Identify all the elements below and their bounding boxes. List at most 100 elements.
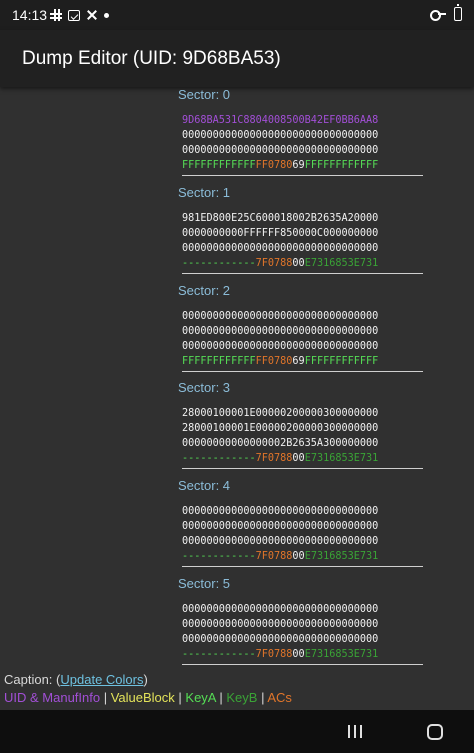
page-title: Dump Editor (UID: 9D68BA53) <box>22 48 281 69</box>
data-block: 00000000000000000000000000000000 <box>182 632 423 647</box>
hex-segment-plain: 00000000000000000000000000000000 <box>182 130 379 141</box>
hex-segment-plain: 00000000000000000000000000000000 <box>182 243 379 254</box>
sector-label: Sector: 1 <box>178 185 231 200</box>
hex-segment-acs: 7F0788 <box>255 453 293 464</box>
system-icons <box>430 4 462 21</box>
legend-separator: | <box>174 690 186 705</box>
data-block: 00000000000000000000000000000000 <box>182 128 423 143</box>
data-block: 00000000000000000000000000000000 <box>182 519 423 534</box>
slack-icon <box>50 9 62 21</box>
data-block: 00000000000000000000000000000000 <box>182 534 423 549</box>
hex-segment-plain: 00 <box>292 258 305 269</box>
legend-separator: | <box>100 690 111 705</box>
data-block: 9D68BA531C8804008500B42EF0BB6AA8 <box>182 113 423 128</box>
hex-segment-keyb: E7316853E731 <box>304 453 379 464</box>
navigation-bar <box>0 710 474 753</box>
status-time: 14:13 <box>12 7 48 23</box>
status-bar: 14:13 <box>0 0 474 30</box>
hex-segment-acs: FF0780 <box>255 356 293 367</box>
sector-label: Sector: 2 <box>178 283 231 298</box>
sector-label: Sector: 5 <box>178 576 231 591</box>
hex-segment-acs: 7F0788 <box>255 649 293 660</box>
hex-segment-keya: FFFFFFFFFFFF <box>182 160 256 171</box>
key-icon <box>430 9 446 21</box>
hex-segment-keya: ------------ <box>182 453 256 464</box>
hex-segment-acs: 7F0788 <box>255 551 293 562</box>
hex-segment-acs: FF0780 <box>255 160 293 171</box>
sector-trailer-block: ------------7F078800E7316853E731 <box>182 549 423 564</box>
legend-separator: | <box>215 690 227 705</box>
sector-trailer-block: FFFFFFFFFFFFFF078069FFFFFFFFFFFF <box>182 158 423 173</box>
hex-segment-plain: 00000000000000000000000000000000 <box>182 506 379 517</box>
sector-blocks[interactable]: 28000100001E00000200000300000000 28000100… <box>182 406 423 469</box>
sector-blocks[interactable]: 981ED800E25C600018002B2635A20000 00000000… <box>182 211 423 274</box>
color-legend: UID & ManufInfo | ValueBlock | KeyA | Ke… <box>4 690 292 705</box>
hex-segment-keya: FFFFFFFFFFFF <box>304 160 379 171</box>
home-icon[interactable] <box>427 724 443 740</box>
sector-blocks[interactable]: 00000000000000000000000000000000 00000000… <box>182 602 423 665</box>
hex-segment-plain: 00000000000000000000000000000000 <box>182 521 379 532</box>
hex-segment-plain: 00000000000000000000000000000000 <box>182 604 379 615</box>
tools-icon <box>86 9 98 21</box>
data-block: 981ED800E25C600018002B2635A20000 <box>182 211 423 226</box>
hex-segment-plain: 00000000000000002B2635A300000000 <box>182 438 379 449</box>
sector-trailer-block: FFFFFFFFFFFFFF078069FFFFFFFFFFFF <box>182 354 423 369</box>
hex-segment-plain: 00 <box>292 649 305 660</box>
hex-segment-keyb: E7316853E731 <box>304 551 379 562</box>
update-colors-link[interactable]: Update Colors <box>60 672 143 687</box>
legend-value-block: ValueBlock <box>110 690 175 705</box>
hex-segment-plain: 00000000000000000000000000000000 <box>182 536 379 547</box>
hex-segment-keya: FFFFFFFFFFFF <box>304 356 379 367</box>
legend-acs: ACs <box>267 690 292 705</box>
sector-blocks[interactable]: 00000000000000000000000000000000 00000000… <box>182 309 423 372</box>
hex-segment-plain: 00000000000000000000000000000000 <box>182 145 379 156</box>
data-block: 00000000000000000000000000000000 <box>182 324 423 339</box>
data-block: 00000000000000002B2635A300000000 <box>182 436 423 451</box>
sector-label: Sector: 0 <box>178 87 231 102</box>
sector-trailer-block: ------------7F078800E7316853E731 <box>182 451 423 466</box>
app-bar: Dump Editor (UID: 9D68BA53) <box>0 30 474 87</box>
hex-segment-plain: 00000000000000000000000000000000 <box>182 619 379 630</box>
dot-icon <box>104 12 109 18</box>
sector-blocks[interactable]: 9D68BA531C8804008500B42EF0BB6AA8 00000000… <box>182 113 423 176</box>
data-block: 28000100001E00000200000300000000 <box>182 421 423 436</box>
data-block: 00000000000000000000000000000000 <box>182 309 423 324</box>
data-block: 00000000000000000000000000000000 <box>182 143 423 158</box>
sector-0: Sector: 0 9D68BA531C8804008500B42EF0BB6A… <box>178 87 428 176</box>
sector-4: Sector: 4 000000000000000000000000000000… <box>178 478 428 567</box>
hex-segment-keya: ------------ <box>182 551 256 562</box>
hex-segment-plain: 00000000000000000000000000000000 <box>182 341 379 352</box>
hex-segment-plain: 00 <box>292 453 305 464</box>
sector-5: Sector: 5 000000000000000000000000000000… <box>178 576 428 665</box>
data-block: 00000000000000000000000000000000 <box>182 504 423 519</box>
hex-segment-plain: 981ED800E25C600018002B2635A20000 <box>182 213 379 224</box>
hex-segment-keya: FFFFFFFFFFFF <box>182 356 256 367</box>
data-block: 00000000000000000000000000000000 <box>182 602 423 617</box>
data-block: 00000000000000000000000000000000 <box>182 617 423 632</box>
sector-2: Sector: 2 000000000000000000000000000000… <box>178 283 428 372</box>
sector-trailer-block: ------------7F078800E7316853E731 <box>182 647 423 662</box>
sector-3: Sector: 3 28000100001E000002000003000000… <box>178 380 428 469</box>
hex-segment-plain: 0000000000FFFFFF850000C000000000 <box>182 228 379 239</box>
hex-segment-keyb: E7316853E731 <box>304 258 379 269</box>
hex-segment-plain: 00000000000000000000000000000000 <box>182 311 379 322</box>
data-block: 00000000000000000000000000000000 <box>182 241 423 256</box>
hex-segment-plain: 00000000000000000000000000000000 <box>182 326 379 337</box>
sector-trailer-block: ------------7F078800E7316853E731 <box>182 256 423 271</box>
hex-segment-keya: ------------ <box>182 258 256 269</box>
hex-segment-plain: 28000100001E00000200000300000000 <box>182 423 379 434</box>
data-block: 0000000000FFFFFF850000C000000000 <box>182 226 423 241</box>
hex-segment-acs: 7F0788 <box>255 258 293 269</box>
legend-key-a: KeyA <box>185 690 216 705</box>
sector-label: Sector: 4 <box>178 478 231 493</box>
notification-icons <box>50 6 109 24</box>
sector-blocks[interactable]: 00000000000000000000000000000000 00000000… <box>182 504 423 567</box>
data-block: 00000000000000000000000000000000 <box>182 339 423 354</box>
hex-segment-uid: 9D68BA531C8804008500B42EF0BB6AA8 <box>182 115 379 126</box>
dump-content[interactable]: Sector: 0 9D68BA531C8804008500B42EF0BB6A… <box>0 87 474 667</box>
sector-1: Sector: 1 981ED800E25C600018002B2635A200… <box>178 185 428 274</box>
battery-icon <box>454 4 462 21</box>
caption: Caption: (Update Colors) <box>4 672 148 687</box>
recents-icon[interactable] <box>348 725 362 738</box>
hex-segment-plain: 69 <box>292 160 305 171</box>
